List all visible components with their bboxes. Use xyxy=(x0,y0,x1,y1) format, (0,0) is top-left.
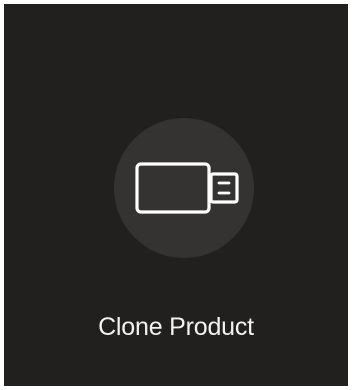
clone-product-tile[interactable]: Clone Product xyxy=(4,4,348,386)
usb-drive-icon xyxy=(135,162,239,214)
tile-label: Clone Product xyxy=(98,313,254,341)
icon-circle xyxy=(114,118,254,258)
